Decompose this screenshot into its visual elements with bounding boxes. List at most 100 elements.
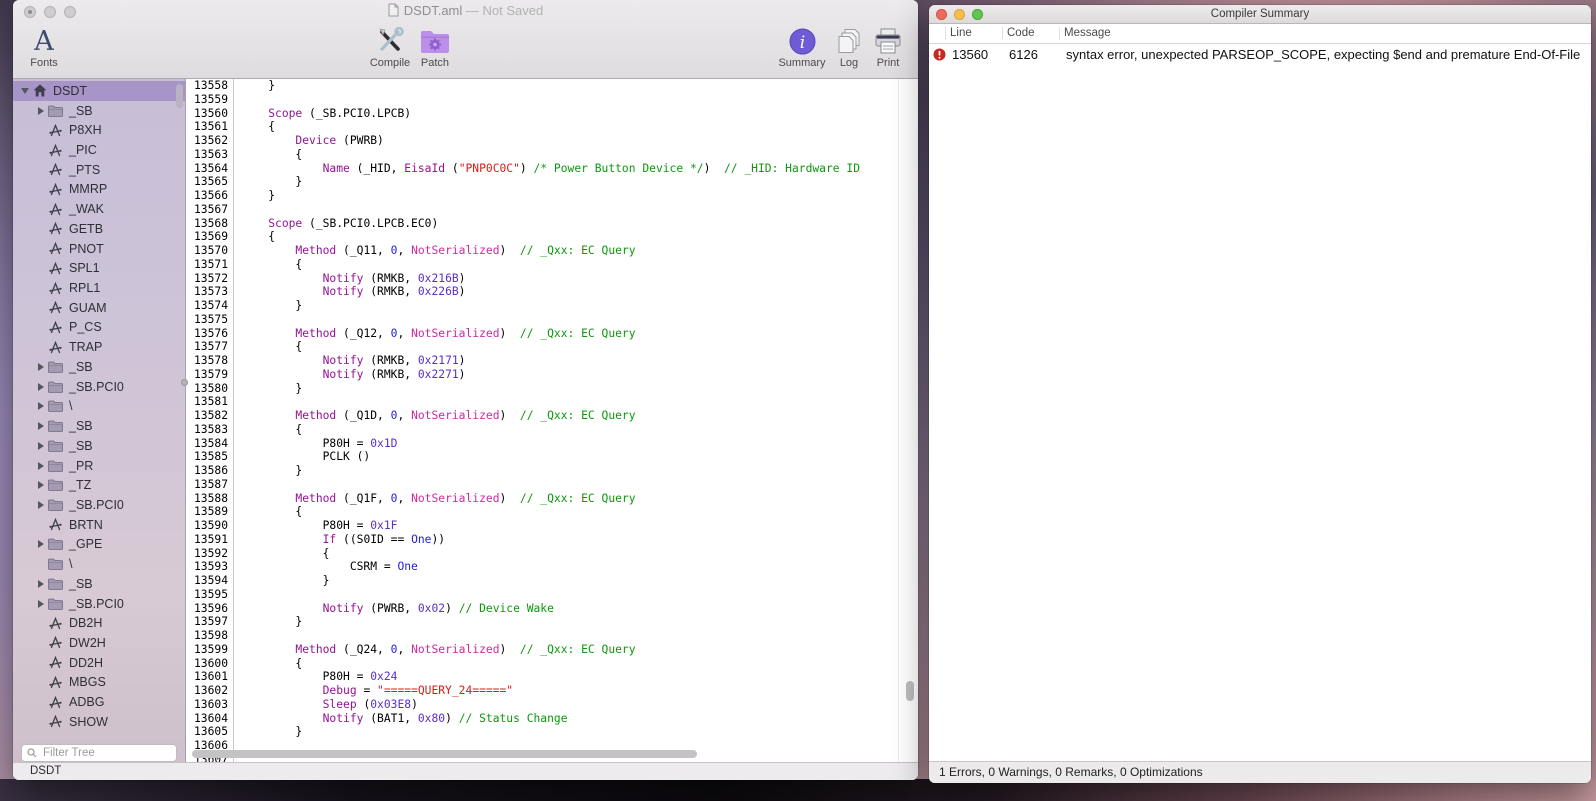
disclosure-right-icon[interactable] — [35, 107, 47, 115]
code-text: Notify (RMKB, 0x2171) — [234, 354, 465, 368]
code-line: 13602 Debug = "=====QUERY_24=====" — [186, 684, 898, 698]
code-text: { — [234, 148, 302, 162]
splitter-handle[interactable] — [181, 379, 188, 386]
sidebar-item-dd2h[interactable]: DD2H — [13, 653, 185, 673]
method-icon — [47, 636, 64, 649]
line-number: 13604 — [186, 712, 234, 726]
document-title: DSDT.aml — [404, 3, 463, 18]
sidebar-item-_wak[interactable]: _WAK — [13, 199, 185, 219]
sidebar-item-_tz[interactable]: _TZ — [13, 475, 185, 495]
sidebar-scrollbar-thumb[interactable] — [176, 84, 183, 108]
summary-row[interactable]: 135606126syntax error, unexpected PARSEO… — [929, 44, 1591, 65]
code-editor[interactable]: 13558 }1355913560 Scope (_SB.PCI0.LPCB)1… — [186, 79, 918, 763]
code-line: 13604 Notify (BAT1, 0x80) // Status Chan… — [186, 712, 898, 726]
sidebar-item-_sbpci0[interactable]: _SB.PCI0 — [13, 495, 185, 515]
column-header-message[interactable]: Message — [1059, 27, 1591, 40]
line-number: 13567 — [186, 203, 234, 217]
code-lines: 13558 }1355913560 Scope (_SB.PCI0.LPCB)1… — [186, 79, 898, 763]
summary-button[interactable]: i Summary — [772, 25, 832, 69]
sidebar-item-pnot[interactable]: PNOT — [13, 239, 185, 259]
line-number: 13600 — [186, 657, 234, 671]
code-text: } — [234, 299, 302, 313]
sidebar-item-mmrp[interactable]: MMRP — [13, 180, 185, 200]
sidebar-item-guam[interactable]: GUAM — [13, 298, 185, 318]
sidebar-item-rpl1[interactable]: RPL1 — [13, 278, 185, 298]
sidebar-item-_sb[interactable]: _SB — [13, 101, 185, 121]
disclosure-right-icon[interactable] — [35, 462, 47, 470]
column-header-code[interactable]: Code — [1002, 27, 1059, 40]
sidebar-item-getb[interactable]: GETB — [13, 219, 185, 239]
sidebar-item-mbgs[interactable]: MBGS — [13, 673, 185, 693]
line-number: 13596 — [186, 602, 234, 616]
zoom-button[interactable] — [972, 9, 983, 20]
disclosure-right-icon[interactable] — [35, 580, 47, 588]
disclosure-right-icon[interactable] — [35, 402, 47, 410]
column-header-line[interactable]: Line — [945, 27, 1002, 40]
patch-button[interactable]: Patch — [411, 25, 459, 69]
log-button[interactable]: Log — [831, 25, 867, 69]
disclosure-down-icon[interactable] — [19, 88, 31, 94]
sidebar-tree[interactable]: DSDT_SBP8XH_PIC_PTSMMRP_WAKGETBPNOTSPL1R… — [13, 79, 185, 728]
sidebar-item-_pr[interactable]: _PR — [13, 456, 185, 476]
disclosure-right-icon[interactable] — [35, 501, 47, 509]
zoom-button[interactable] — [64, 6, 76, 18]
sidebar-item-show[interactable]: SHOW — [13, 712, 185, 728]
sidebar-item-trap[interactable]: TRAP — [13, 337, 185, 357]
disclosure-right-icon[interactable] — [35, 481, 47, 489]
line-number: 13603 — [186, 698, 234, 712]
sidebar-item-_sbpci0[interactable]: _SB.PCI0 — [13, 594, 185, 614]
editor-titlebar[interactable]: DSDT.aml — Not Saved — [13, 0, 918, 22]
sidebar-item-label: _PR — [69, 459, 93, 473]
sidebar-item-_sb[interactable]: _SB — [13, 574, 185, 594]
code-line: 13558 } — [186, 79, 898, 93]
code-text — [234, 478, 241, 492]
line-number: 13589 — [186, 505, 234, 519]
print-icon — [866, 25, 910, 57]
code-text: Notify (RMKB, 0x2271) — [234, 368, 465, 382]
vertical-scrollbar-thumb[interactable] — [906, 681, 914, 701]
sidebar-item-_sb[interactable]: _SB — [13, 436, 185, 456]
code-line: 13565 } — [186, 175, 898, 189]
code-text: PCLK () — [234, 450, 370, 464]
sidebar-item-[interactable]: \ — [13, 397, 185, 417]
sidebar-item-p8xh[interactable]: P8XH — [13, 120, 185, 140]
disclosure-right-icon[interactable] — [35, 540, 47, 548]
code-line: 13579 Notify (RMKB, 0x2271) — [186, 368, 898, 382]
fonts-button[interactable]: A Fonts — [19, 25, 69, 69]
line-number: 13582 — [186, 409, 234, 423]
sidebar-item-spl1[interactable]: SPL1 — [13, 258, 185, 278]
minimize-button[interactable] — [954, 9, 965, 20]
disclosure-right-icon[interactable] — [35, 363, 47, 371]
disclosure-right-icon[interactable] — [35, 442, 47, 450]
sidebar-item-dsdt[interactable]: DSDT — [13, 81, 185, 101]
horizontal-scrollbar-thumb[interactable] — [192, 750, 697, 758]
disclosure-right-icon[interactable] — [35, 383, 47, 391]
sidebar-item-_sbpci0[interactable]: _SB.PCI0 — [13, 377, 185, 397]
print-button[interactable]: Print — [866, 25, 910, 69]
filter-tree-input[interactable] — [41, 746, 171, 760]
filter-tree-field[interactable] — [21, 744, 177, 762]
sidebar-item-dw2h[interactable]: DW2H — [13, 633, 185, 653]
disclosure-right-icon[interactable] — [35, 600, 47, 608]
sidebar-item-_pic[interactable]: _PIC — [13, 140, 185, 160]
sidebar-item-_sb[interactable]: _SB — [13, 416, 185, 436]
sidebar-item-_pts[interactable]: _PTS — [13, 160, 185, 180]
sidebar-item-db2h[interactable]: DB2H — [13, 613, 185, 633]
sidebar-item-brtn[interactable]: BRTN — [13, 515, 185, 535]
code-line: 13584 P80H = 0x1D — [186, 437, 898, 451]
code-line: 13595 — [186, 588, 898, 602]
editor-window-header[interactable]: DSDT.aml — Not Saved A Fonts Compile — [13, 0, 918, 79]
minimize-button[interactable] — [44, 6, 56, 18]
close-button[interactable] — [24, 6, 36, 18]
close-button[interactable] — [936, 9, 947, 20]
sidebar-item-label: SHOW — [69, 715, 108, 728]
code-text: { — [234, 120, 275, 134]
sidebar-item-[interactable]: \ — [13, 554, 185, 574]
disclosure-right-icon[interactable] — [35, 422, 47, 430]
summary-titlebar[interactable]: Compiler Summary — [929, 5, 1591, 24]
sidebar-item-adbg[interactable]: ADBG — [13, 692, 185, 712]
sidebar-item-p_cs[interactable]: P_CS — [13, 318, 185, 338]
sidebar-item-_sb[interactable]: _SB — [13, 357, 185, 377]
sidebar-item-_gpe[interactable]: _GPE — [13, 535, 185, 555]
line-number: 13579 — [186, 368, 234, 382]
